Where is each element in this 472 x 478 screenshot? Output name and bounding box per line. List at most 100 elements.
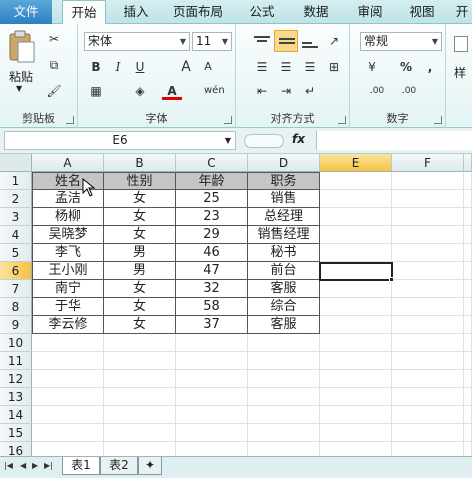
middle-align-button[interactable] xyxy=(274,30,298,52)
table-cell[interactable]: 客服 xyxy=(248,280,320,298)
align-center-button[interactable]: ☰ xyxy=(276,58,296,76)
fill-handle[interactable] xyxy=(389,277,394,282)
table-cell[interactable]: 吴晓梦 xyxy=(32,226,104,244)
table-cell[interactable] xyxy=(392,388,464,406)
sheet-tab-1[interactable]: 表1 xyxy=(62,457,100,475)
table-cell[interactable] xyxy=(464,352,472,370)
table-cell[interactable] xyxy=(248,334,320,352)
table-cell[interactable]: 性别 xyxy=(104,172,176,190)
table-cell[interactable]: 32 xyxy=(176,280,248,298)
table-cell[interactable] xyxy=(104,424,176,442)
table-cell[interactable] xyxy=(248,352,320,370)
shrink-font-button[interactable]: A xyxy=(198,58,218,76)
worksheet-grid[interactable]: A B C D E F 1 2 3 4 5 6 7 8 9 10 11 12 13 14 15 16 姓名 性别… xyxy=(0,154,472,456)
increase-decimal-button[interactable]: .00 xyxy=(364,82,390,100)
grow-font-button[interactable]: A xyxy=(176,58,196,76)
table-cell[interactable] xyxy=(176,424,248,442)
column-header-g-partial[interactable] xyxy=(464,154,472,172)
tab-page-layout[interactable]: 页面布局 xyxy=(166,0,230,24)
orientation-button[interactable]: ↗ xyxy=(324,32,344,50)
merge-center-button[interactable]: ⊞ xyxy=(324,58,344,76)
table-cell[interactable] xyxy=(32,406,104,424)
dialog-launcher-icon[interactable] xyxy=(338,116,346,124)
dialog-launcher-icon[interactable] xyxy=(66,116,74,124)
font-name-select[interactable]: 宋体 ▼ xyxy=(84,32,190,51)
table-cell[interactable] xyxy=(392,316,464,334)
first-sheet-icon[interactable]: |◀ xyxy=(4,461,13,470)
fill-color-button[interactable]: ◈ xyxy=(130,82,150,100)
tab-file[interactable]: 文件 xyxy=(0,0,52,24)
decrease-decimal-button[interactable]: .00 xyxy=(396,82,422,100)
table-cell[interactable]: 于华 xyxy=(32,298,104,316)
table-cell[interactable] xyxy=(392,334,464,352)
table-cell[interactable] xyxy=(320,172,392,190)
table-cell[interactable] xyxy=(320,244,392,262)
table-cell[interactable] xyxy=(392,262,464,280)
table-cell[interactable]: 46 xyxy=(176,244,248,262)
table-cell[interactable] xyxy=(464,172,472,190)
bottom-align-button[interactable] xyxy=(300,34,320,50)
dialog-launcher-icon[interactable] xyxy=(224,116,232,124)
table-cell[interactable]: 女 xyxy=(104,316,176,334)
table-cell[interactable]: 29 xyxy=(176,226,248,244)
dialog-launcher-icon[interactable] xyxy=(434,116,442,124)
table-cell[interactable] xyxy=(176,406,248,424)
table-cell[interactable]: 南宁 xyxy=(32,280,104,298)
table-cell[interactable]: 销售 xyxy=(248,190,320,208)
table-cell[interactable] xyxy=(392,298,464,316)
copy-button[interactable]: ⧉ xyxy=(44,56,64,74)
row-header[interactable]: 4 xyxy=(0,226,32,244)
sheet-tab-2[interactable]: 表2 xyxy=(100,457,138,475)
table-cell[interactable]: 47 xyxy=(176,262,248,280)
row-header[interactable]: 15 xyxy=(0,424,32,442)
row-header[interactable]: 2 xyxy=(0,190,32,208)
table-cell[interactable] xyxy=(464,190,472,208)
italic-button[interactable]: I xyxy=(108,58,128,76)
align-left-button[interactable]: ☰ xyxy=(252,58,272,76)
table-cell[interactable] xyxy=(248,442,320,456)
table-cell[interactable] xyxy=(32,352,104,370)
table-cell[interactable] xyxy=(320,334,392,352)
bold-button[interactable]: B xyxy=(86,58,106,76)
table-cell[interactable]: 秘书 xyxy=(248,244,320,262)
table-cell[interactable] xyxy=(320,316,392,334)
table-cell[interactable] xyxy=(104,406,176,424)
table-cell[interactable] xyxy=(392,280,464,298)
table-cell[interactable] xyxy=(392,190,464,208)
align-right-button[interactable]: ☰ xyxy=(300,58,320,76)
formula-input[interactable] xyxy=(316,131,472,150)
top-align-button[interactable] xyxy=(252,34,272,50)
table-cell[interactable]: 男 xyxy=(104,244,176,262)
tab-insert[interactable]: 插入 xyxy=(116,0,156,24)
last-sheet-icon[interactable]: ▶| xyxy=(44,461,53,470)
table-cell[interactable]: 李云修 xyxy=(32,316,104,334)
table-cell[interactable] xyxy=(392,172,464,190)
table-cell[interactable] xyxy=(248,388,320,406)
next-sheet-icon[interactable]: ▶ xyxy=(32,461,38,470)
prev-sheet-icon[interactable]: ◀ xyxy=(20,461,26,470)
font-color-button[interactable]: A xyxy=(162,82,182,100)
row-header[interactable]: 7 xyxy=(0,280,32,298)
table-cell[interactable] xyxy=(392,424,464,442)
column-header-d[interactable]: D xyxy=(248,154,320,172)
row-header[interactable]: 5 xyxy=(0,244,32,262)
row-header[interactable]: 10 xyxy=(0,334,32,352)
insert-sheet-button[interactable]: ✦ xyxy=(138,457,162,475)
table-cell[interactable]: 年龄 xyxy=(176,172,248,190)
row-header[interactable]: 1 xyxy=(0,172,32,190)
row-header[interactable]: 3 xyxy=(0,208,32,226)
tab-view[interactable]: 视图 xyxy=(402,0,442,24)
table-cell[interactable] xyxy=(320,352,392,370)
table-cell[interactable]: 王小刚 xyxy=(32,262,104,280)
row-header[interactable]: 16 xyxy=(0,442,32,456)
table-cell[interactable] xyxy=(176,388,248,406)
underline-button[interactable]: U xyxy=(130,58,150,76)
styles-label[interactable]: 样 xyxy=(454,64,466,81)
borders-button[interactable]: ▦ xyxy=(86,82,106,100)
table-cell[interactable] xyxy=(248,406,320,424)
number-format-select[interactable]: 常规 ▼ xyxy=(360,32,442,51)
table-cell[interactable]: 37 xyxy=(176,316,248,334)
table-cell[interactable] xyxy=(320,388,392,406)
table-cell[interactable] xyxy=(104,370,176,388)
column-header-f[interactable]: F xyxy=(392,154,464,172)
